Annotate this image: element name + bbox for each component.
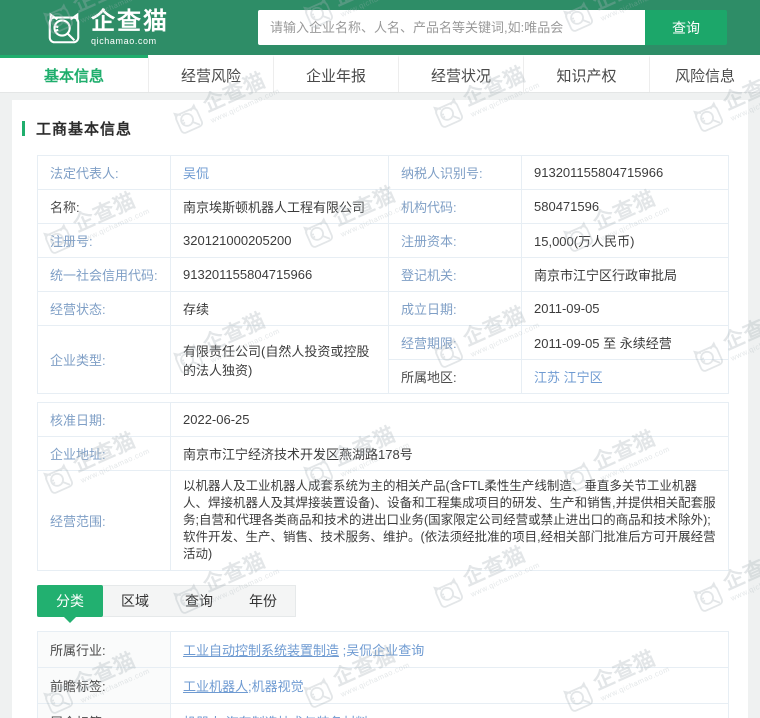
tab-operating-status[interactable]: 经营状况	[398, 55, 523, 92]
filter-tab-query[interactable]: 查询	[167, 586, 231, 616]
page: 企查猫 www.qichamao.com 企查猫 www.qichamao.co…	[0, 0, 760, 718]
registration-info-table: 法定代表人: 吴侃 纳税人识别号: 913201155804715966 名称:…	[37, 155, 729, 394]
table-row: 法定代表人: 吴侃 纳税人识别号: 913201155804715966	[37, 155, 729, 190]
taxpayer-id-value: 913201155804715966	[521, 155, 729, 190]
table-row: 名称: 南京埃斯顿机器人工程有限公司 机构代码: 580471596	[37, 189, 729, 224]
table-row: 统一社会信用代码: 913201155804715966 登记机关: 南京市江宁…	[37, 257, 729, 292]
industry-link[interactable]: 吴侃企业查询	[346, 643, 424, 658]
reg-authority-label: 登记机关:	[388, 257, 522, 292]
exhibition-tags-label: 展会标签:	[37, 703, 171, 718]
founded-date-value: 2011-09-05	[521, 291, 729, 326]
company-address-value: 南京市江宁经济技术开发区燕湖路178号	[170, 436, 729, 471]
section-title: 工商基本信息	[36, 121, 133, 138]
tab-annual-report[interactable]: 企业年报	[273, 55, 398, 92]
industry-link[interactable]: 工业自动控制系统装置制造	[183, 643, 339, 658]
company-type-value: 有限责任公司(自然人投资或控股的法人独资)	[170, 325, 389, 394]
search-box: 查询	[258, 10, 727, 45]
reg-capital-value: 15,000(万人民币)	[521, 223, 729, 258]
table-row: 经营状态: 存续 成立日期: 2011-09-05	[37, 291, 729, 326]
main-nav: 基本信息 经营风险 企业年报 经营状况 知识产权 风险信息	[0, 55, 760, 93]
company-name-label: 名称:	[37, 189, 171, 224]
brand-name: 企查猫	[91, 7, 169, 35]
search-button[interactable]: 查询	[645, 10, 727, 45]
filter-tab-region[interactable]: 区域	[103, 586, 167, 616]
credit-code-value: 913201155804715966	[170, 257, 389, 292]
approval-date-label: 核准日期:	[37, 402, 171, 437]
section-header: 工商基本信息	[22, 118, 728, 139]
reg-capital-label: 注册资本:	[388, 223, 522, 258]
reg-authority-value: 南京市江宁区行政审批局	[521, 257, 729, 292]
org-code-value: 580471596	[521, 189, 729, 224]
company-address-label: 企业地址:	[37, 436, 171, 471]
search-input[interactable]	[258, 10, 645, 45]
status-label: 经营状态:	[37, 291, 171, 326]
table-row: 经营范围: 以机器人及工业机器人成套系统为主的相关产品(含FTL柔性生产线制造、…	[37, 470, 729, 571]
table-row: 核准日期: 2022-06-25	[37, 402, 729, 437]
company-name-value: 南京埃斯顿机器人工程有限公司	[170, 189, 389, 224]
region-label: 所属地区:	[388, 359, 522, 394]
foresight-tag-link[interactable]: 工业机器人	[183, 679, 248, 694]
table-row: 企业地址: 南京市江宁经济技术开发区燕湖路178号	[37, 436, 729, 471]
term-label: 经营期限:	[388, 325, 522, 360]
industry-label: 所属行业:	[37, 631, 171, 668]
tags-table: 所属行业: 工业自动控制系统装置制造 ;吴侃企业查询 前瞻标签: 工业机器人;机…	[37, 631, 729, 718]
tab-intellectual-property[interactable]: 知识产权	[523, 55, 649, 92]
cat-logo-icon	[48, 12, 80, 43]
table-row: 企业类型: 有限责任公司(自然人投资或控股的法人独资) 经营期限: 2011-0…	[37, 325, 729, 394]
content-card: 工商基本信息 法定代表人: 吴侃 纳税人识别号: 913201155804715…	[12, 100, 748, 718]
filter-tab-year[interactable]: 年份	[231, 586, 295, 616]
company-type-label: 企业类型:	[37, 325, 171, 394]
header-bar: 企查猫 qichamao.com 查询	[0, 0, 760, 55]
tab-basic-info[interactable]: 基本信息	[0, 55, 148, 92]
reg-number-value: 320121000205200	[170, 223, 389, 258]
status-value: 存续	[170, 291, 389, 326]
table-row: 所属行业: 工业自动控制系统装置制造 ;吴侃企业查询	[37, 631, 729, 668]
org-code-label: 机构代码:	[388, 189, 522, 224]
table-row: 注册号: 320121000205200 注册资本: 15,000(万人民币)	[37, 223, 729, 258]
site-logo[interactable]: 企查猫 qichamao.com	[45, 9, 169, 47]
table-row: 展会标签: 机器人;汽车制造技术与装备材料	[37, 703, 729, 718]
approval-date-value: 2022-06-25	[170, 402, 729, 437]
foresight-tag-link[interactable]: 机器视觉	[252, 679, 304, 694]
detail-info-table: 核准日期: 2022-06-25 企业地址: 南京市江宁经济技术开发区燕湖路17…	[37, 402, 729, 571]
term-value: 2011-09-05 至 永续经营	[521, 325, 729, 360]
founded-date-label: 成立日期:	[388, 291, 522, 326]
brand-domain: qichamao.com	[91, 35, 157, 46]
filter-tab-category[interactable]: 分类	[37, 585, 103, 623]
table-row: 前瞻标签: 工业机器人;机器视觉	[37, 667, 729, 704]
legal-rep-link[interactable]: 吴侃	[183, 166, 209, 181]
reg-number-label: 注册号:	[37, 223, 171, 258]
tab-risk-info[interactable]: 风险信息	[649, 55, 760, 92]
legal-rep-label: 法定代表人:	[37, 155, 171, 190]
credit-code-label: 统一社会信用代码:	[37, 257, 171, 292]
region-link[interactable]: 江苏 江宁区	[534, 370, 603, 385]
tab-operating-risk[interactable]: 经营风险	[148, 55, 273, 92]
business-scope-label: 经营范围:	[37, 470, 171, 571]
taxpayer-id-label: 纳税人识别号:	[388, 155, 522, 190]
foresight-tags-label: 前瞻标签:	[37, 667, 171, 704]
section-accent-bar	[22, 121, 25, 136]
table-gap	[37, 394, 728, 402]
filter-tabs: 分类 区域 查询 年份	[37, 585, 296, 623]
business-scope-value: 以机器人及工业机器人成套系统为主的相关产品(含FTL柔性生产线制造、垂直多关节工…	[170, 470, 729, 571]
